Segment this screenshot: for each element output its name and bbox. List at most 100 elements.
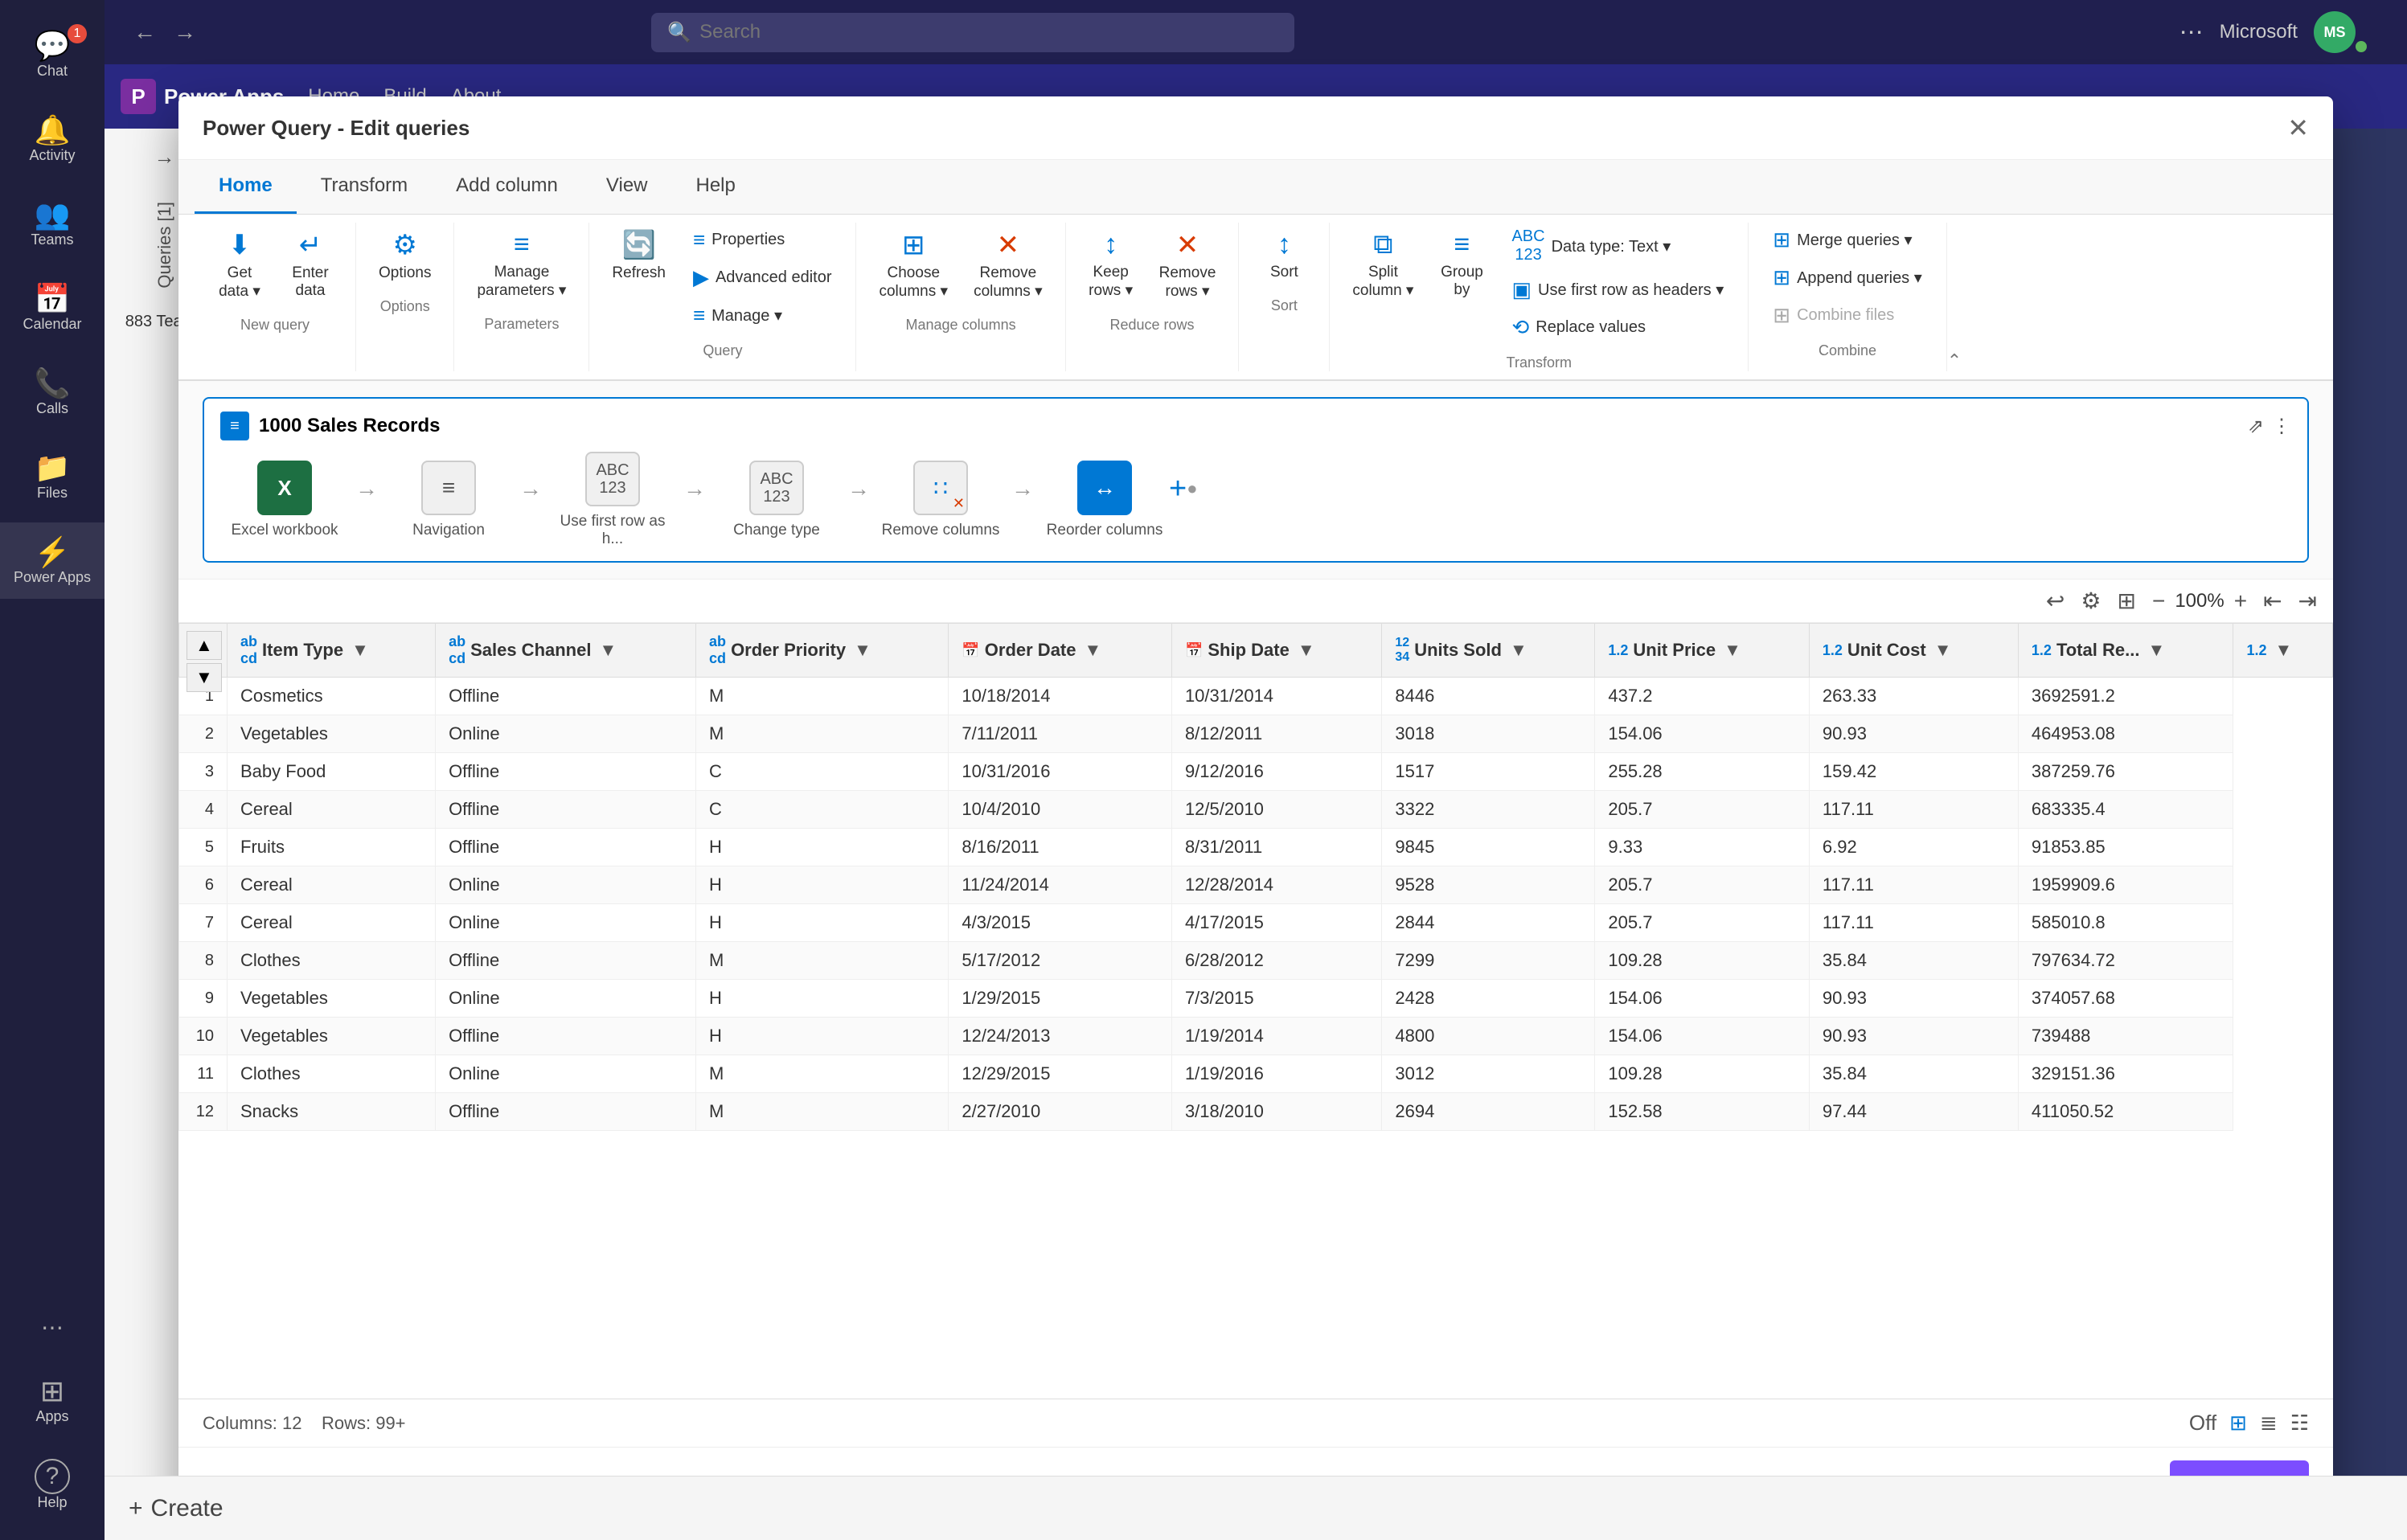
- query-pipeline-section: ≡ 1000 Sales Records ⇗ ⋮ X Excel workbo: [178, 381, 2333, 580]
- new-query-label: New query: [207, 317, 342, 334]
- ms-teams-topbar: ← → 🔍 ⋯ Microsoft MS: [105, 0, 2407, 64]
- scroll-down-button[interactable]: ▼: [187, 663, 222, 692]
- data-type-button[interactable]: ABC123 Data type: Text ▾: [1500, 223, 1735, 269]
- forward-button[interactable]: →: [169, 14, 201, 50]
- properties-button[interactable]: ≡ Properties: [682, 223, 843, 257]
- status-view2-button[interactable]: ≣: [2260, 1411, 2278, 1436]
- collapse-left-button[interactable]: ⇤: [2263, 588, 2282, 614]
- collapse-right-button[interactable]: ⇥: [2298, 588, 2317, 614]
- pipeline-step-reorder[interactable]: ↔ Reorder columns: [1040, 461, 1169, 539]
- replace-values-button[interactable]: ⟲ Replace values: [1500, 310, 1735, 345]
- sort-label: Sort: [1252, 297, 1316, 314]
- pipeline-step-excel[interactable]: X Excel workbook: [220, 461, 349, 539]
- expand-button[interactable]: ⇗: [2248, 415, 2264, 438]
- units-sold-filter[interactable]: ▼: [1507, 637, 1531, 664]
- data-table-container: ▲ ▼ abcd Item Type ▼: [178, 623, 2333, 1399]
- merge-queries-button[interactable]: ⊞ Merge queries ▾: [1761, 223, 1933, 257]
- table-cell-9: 585010.8: [2018, 904, 2233, 942]
- search-bar[interactable]: 🔍: [651, 13, 1294, 52]
- create-button[interactable]: + Create: [129, 1495, 223, 1522]
- more-options[interactable]: ⋯: [2179, 18, 2204, 47]
- sidebar-item-apps[interactable]: ⊞ Apps: [0, 1362, 105, 1438]
- order-priority-col-type: abcd: [709, 633, 726, 667]
- order-priority-filter[interactable]: ▼: [851, 637, 875, 664]
- unit-price-filter[interactable]: ▼: [1720, 637, 1745, 664]
- table-row: 5FruitsOfflineH8/16/20118/31/201198459.3…: [179, 829, 2333, 866]
- back-button[interactable]: ←: [129, 14, 161, 50]
- pipeline-step-remove-cols[interactable]: ∷ ✕ Remove columns: [876, 461, 1005, 539]
- sidebar-item-activity[interactable]: 🔔 Activity: [0, 100, 105, 177]
- status-view3-button[interactable]: ☷: [2290, 1411, 2309, 1436]
- item-type-filter[interactable]: ▼: [348, 637, 372, 664]
- ribbon-collapse-button[interactable]: ⌃: [1947, 350, 1962, 371]
- pipeline-add-step[interactable]: +: [1169, 472, 1187, 506]
- zoom-out-button[interactable]: −: [2152, 588, 2165, 614]
- group-by-button[interactable]: ≡ Groupby: [1429, 223, 1494, 305]
- combine-label: Combine: [1761, 342, 1933, 359]
- sidebar-item-calendar[interactable]: 📅 Calendar: [0, 269, 105, 346]
- extra-filter[interactable]: ▼: [2272, 637, 2296, 664]
- sidebar-item-teams[interactable]: 👥 Teams: [0, 185, 105, 261]
- modal-close-button[interactable]: ✕: [2287, 113, 2309, 143]
- enter-data-icon: ↵: [299, 229, 322, 261]
- scroll-up-button[interactable]: ▲: [187, 631, 222, 660]
- unit-cost-filter[interactable]: ▼: [1931, 637, 1955, 664]
- table-cell-0: 5: [179, 829, 228, 866]
- columns-count: Columns: 12: [203, 1413, 302, 1433]
- remove-rows-button[interactable]: ✕ Removerows ▾: [1150, 223, 1226, 307]
- ship-date-filter[interactable]: ▼: [1294, 637, 1318, 664]
- enter-data-button[interactable]: ↵ Enterdata: [278, 223, 342, 306]
- status-off-button[interactable]: Off: [2189, 1411, 2216, 1436]
- unit-cost-col-type: 1.2: [1823, 642, 1843, 659]
- zoom-in-button[interactable]: +: [2234, 588, 2247, 614]
- navigation-icon: ≡: [421, 461, 476, 515]
- tab-view[interactable]: View: [582, 160, 672, 214]
- refresh-button[interactable]: 🔄 Refresh: [602, 223, 675, 289]
- get-data-button[interactable]: ⬇ Getdata ▾: [207, 223, 272, 307]
- sort-button[interactable]: ↕ Sort: [1252, 223, 1316, 288]
- tab-help[interactable]: Help: [672, 160, 760, 214]
- manage-parameters-button[interactable]: ≡ Manageparameters ▾: [467, 223, 576, 306]
- undo-button[interactable]: ↩: [2046, 588, 2065, 614]
- sidebar-item-chat[interactable]: 💬 1 Chat: [0, 16, 105, 92]
- table-cell-2: Offline: [436, 829, 696, 866]
- sidebar-item-help[interactable]: ? Help: [0, 1446, 105, 1524]
- append-queries-button[interactable]: ⊞ Append queries ▾: [1761, 260, 1933, 295]
- table-cell-4: 10/4/2010: [949, 791, 1172, 829]
- tab-transform[interactable]: Transform: [297, 160, 432, 214]
- order-date-filter[interactable]: ▼: [1081, 637, 1105, 664]
- table-cell-2: Online: [436, 1055, 696, 1093]
- table-cell-2: Online: [436, 904, 696, 942]
- tab-add-column[interactable]: Add column: [432, 160, 582, 214]
- table-cell-2: Online: [436, 866, 696, 904]
- pipeline-step-first-row[interactable]: ABC123 Use first row as h...: [548, 452, 677, 548]
- manage-button[interactable]: ≡ Manage ▾: [682, 298, 843, 333]
- fit-button[interactable]: ⊞: [2117, 588, 2135, 614]
- search-input[interactable]: [699, 21, 1278, 43]
- nav-arrows[interactable]: ← →: [129, 14, 201, 50]
- more-button[interactable]: ⋮: [2272, 415, 2291, 438]
- options-button[interactable]: ⚙ Options: [369, 223, 441, 289]
- sidebar-item-files[interactable]: 📁 Files: [0, 438, 105, 514]
- sidebar-item-powerapps[interactable]: ⚡ Power Apps: [0, 522, 105, 599]
- remove-columns-button[interactable]: ✕ Removecolumns ▾: [964, 223, 1052, 307]
- total-revenue-filter[interactable]: ▼: [2144, 637, 2168, 664]
- sidebar-item-more[interactable]: ⋯: [0, 1301, 105, 1354]
- sidebar-item-calls[interactable]: 📞 Calls: [0, 354, 105, 430]
- combine-files-button[interactable]: ⊞ Combine files: [1761, 298, 1933, 333]
- status-view1-button[interactable]: ⊞: [2229, 1411, 2247, 1436]
- choose-columns-button[interactable]: ⊞ Choosecolumns ▾: [869, 223, 957, 307]
- settings-button[interactable]: ⚙: [2081, 588, 2101, 614]
- table-cell-7: 437.2: [1595, 678, 1810, 715]
- table-cell-5: 1/19/2014: [1171, 1018, 1381, 1055]
- pipeline-step-navigation[interactable]: ≡ Navigation: [384, 461, 513, 539]
- zoom-level: 100%: [2175, 590, 2224, 612]
- table-cell-0: 8: [179, 942, 228, 980]
- split-column-button[interactable]: ⧉ Splitcolumn ▾: [1343, 223, 1423, 306]
- tab-home[interactable]: Home: [195, 160, 297, 214]
- pipeline-step-change-type[interactable]: ABC123 Change type: [712, 461, 841, 539]
- sales-channel-filter[interactable]: ▼: [596, 637, 620, 664]
- keep-rows-button[interactable]: ↕ Keeprows ▾: [1079, 223, 1143, 306]
- first-row-headers-button[interactable]: ▣ Use first row as headers ▾: [1500, 272, 1735, 307]
- advanced-editor-button[interactable]: ▶ Advanced editor: [682, 260, 843, 295]
